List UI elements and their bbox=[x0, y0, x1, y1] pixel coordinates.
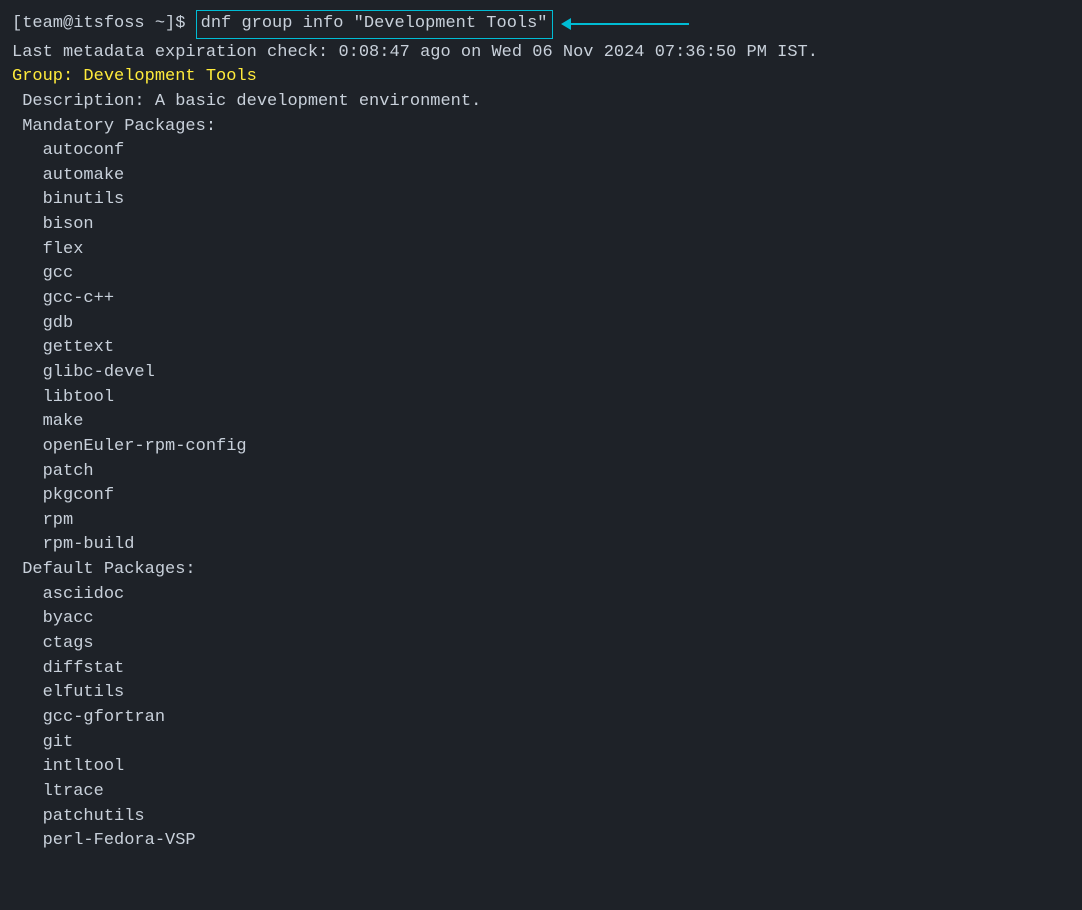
list-item: flex bbox=[12, 238, 1070, 263]
meta-line: Last metadata expiration check: 0:08:47 … bbox=[12, 41, 1070, 66]
list-item: elfutils bbox=[12, 681, 1070, 706]
list-item: diffstat bbox=[12, 657, 1070, 682]
list-item: ctags bbox=[12, 632, 1070, 657]
arrow-annotation bbox=[561, 18, 689, 30]
list-item: ltrace bbox=[12, 780, 1070, 805]
list-item: glibc-devel bbox=[12, 361, 1070, 386]
list-item: intltool bbox=[12, 755, 1070, 780]
terminal-window: [team@itsfoss ~]$ dnf group info "Develo… bbox=[12, 10, 1070, 854]
list-item: patch bbox=[12, 460, 1070, 485]
list-item: asciidoc bbox=[12, 583, 1070, 608]
list-item: git bbox=[12, 731, 1070, 756]
list-item: rpm-build bbox=[12, 533, 1070, 558]
prompt-text: [team@itsfoss ~]$ bbox=[12, 12, 196, 37]
list-item: gcc-gfortran bbox=[12, 706, 1070, 731]
default-packages-list: asciidoc byacc ctags diffstat elfutils g… bbox=[12, 583, 1070, 854]
list-item: openEuler-rpm-config bbox=[12, 435, 1070, 460]
list-item: byacc bbox=[12, 607, 1070, 632]
mandatory-packages-list: autoconf automake binutils bison flex gc… bbox=[12, 139, 1070, 558]
list-item: binutils bbox=[12, 188, 1070, 213]
list-item: pkgconf bbox=[12, 484, 1070, 509]
list-item: bison bbox=[12, 213, 1070, 238]
list-item: rpm bbox=[12, 509, 1070, 534]
list-item: patchutils bbox=[12, 805, 1070, 830]
command-box: dnf group info "Development Tools" bbox=[196, 10, 553, 39]
list-item: gettext bbox=[12, 336, 1070, 361]
group-title: Group: Development Tools bbox=[12, 65, 1070, 90]
mandatory-header: Mandatory Packages: bbox=[12, 115, 1070, 140]
list-item: gcc bbox=[12, 262, 1070, 287]
list-item: automake bbox=[12, 164, 1070, 189]
default-header: Default Packages: bbox=[12, 558, 1070, 583]
list-item: gcc-c++ bbox=[12, 287, 1070, 312]
arrow-line-icon bbox=[569, 23, 689, 25]
list-item: autoconf bbox=[12, 139, 1070, 164]
list-item: perl-Fedora-VSP bbox=[12, 829, 1070, 854]
list-item: make bbox=[12, 410, 1070, 435]
prompt-line: [team@itsfoss ~]$ dnf group info "Develo… bbox=[12, 10, 1070, 39]
list-item: gdb bbox=[12, 312, 1070, 337]
list-item: libtool bbox=[12, 386, 1070, 411]
description-line: Description: A basic development environ… bbox=[12, 90, 1070, 115]
